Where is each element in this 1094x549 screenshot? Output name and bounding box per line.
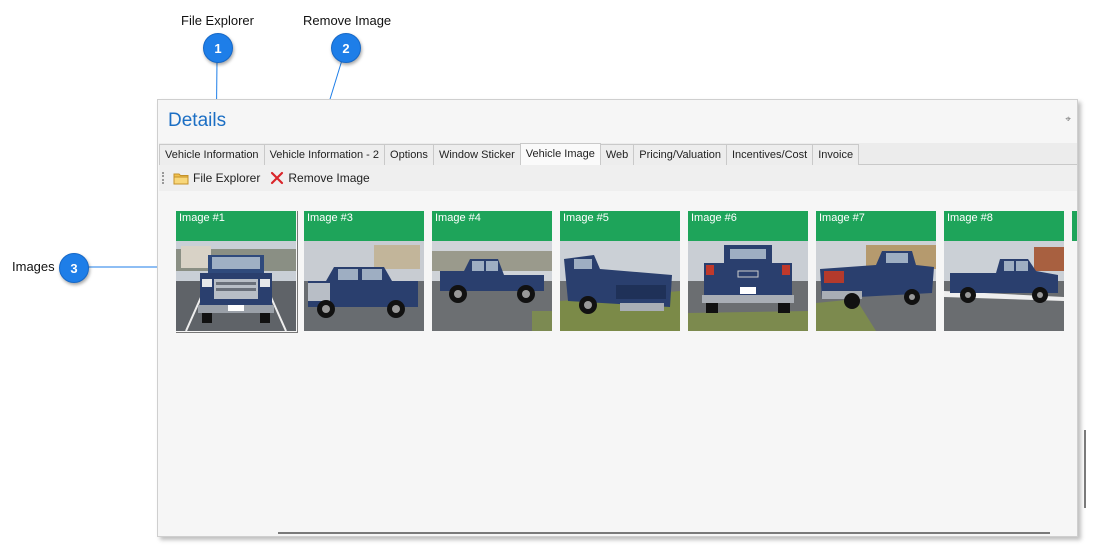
callout-label-file-explorer: File Explorer: [181, 13, 254, 28]
image-caption-partial: [1072, 211, 1077, 241]
file-explorer-button[interactable]: File Explorer: [173, 171, 260, 185]
tab-bar: Vehicle Information Vehicle Information …: [159, 143, 1077, 165]
tab-incentives-cost[interactable]: Incentives/Cost: [726, 144, 814, 165]
file-explorer-label: File Explorer: [193, 171, 261, 185]
image-thumbnail-6[interactable]: Image #6: [688, 211, 808, 331]
tab-window-sticker[interactable]: Window Sticker: [432, 144, 521, 165]
tab-options[interactable]: Options: [384, 144, 434, 165]
callout-badge-1: 1: [203, 33, 233, 63]
image-caption: Image #6: [688, 211, 808, 241]
truck-photo: [560, 241, 680, 331]
image-gallery: Image #1 Image #3 Image #4 Image #5 Imag…: [176, 211, 1077, 335]
truck-photo: [176, 241, 296, 331]
image-thumbnail-3[interactable]: Image #3: [304, 211, 424, 331]
tab-web[interactable]: Web: [599, 144, 635, 165]
image-thumbnail-4[interactable]: Image #4: [432, 211, 552, 331]
toolbar-grip[interactable]: [162, 172, 167, 184]
details-panel: Details ⌖ Vehicle Information Vehicle In…: [157, 99, 1086, 537]
folder-icon: [173, 171, 189, 185]
image-caption: Image #1: [176, 211, 296, 241]
image-thumbnail-5[interactable]: Image #5: [560, 211, 680, 331]
tab-vehicle-information-2[interactable]: Vehicle Information - 2: [263, 144, 386, 165]
image-caption: Image #7: [816, 211, 936, 241]
image-caption: Image #4: [432, 211, 552, 241]
pin-icon[interactable]: ⌖: [1065, 114, 1071, 125]
image-thumbnail-8[interactable]: Image #8: [944, 211, 1064, 331]
image-caption: Image #5: [560, 211, 680, 241]
image-caption: Image #8: [944, 211, 1064, 241]
truck-photo: [432, 241, 552, 331]
vertical-scrollbar[interactable]: [1084, 430, 1086, 508]
callout-badge-3: 3: [59, 253, 89, 283]
close-x-icon: [270, 171, 284, 185]
truck-photo: [304, 241, 424, 331]
callout-label-remove-image: Remove Image: [303, 13, 392, 28]
tab-vehicle-information[interactable]: Vehicle Information: [159, 144, 265, 165]
remove-image-label: Remove Image: [288, 171, 370, 185]
image-thumbnail-7[interactable]: Image #7: [816, 211, 936, 331]
tab-pricing-valuation[interactable]: Pricing/Valuation: [633, 144, 727, 165]
truck-photo: [688, 241, 808, 331]
truck-photo: [816, 241, 936, 331]
image-thumbnail-partial[interactable]: [1072, 211, 1077, 331]
panel-title: Details: [168, 110, 227, 131]
callout-badge-2: 2: [331, 33, 361, 63]
image-caption: Image #3: [304, 211, 424, 241]
horizontal-scrollbar[interactable]: [278, 532, 1050, 534]
callout-label-images: Images: [12, 259, 55, 274]
image-toolbar: File Explorer Remove Image: [159, 165, 1077, 191]
tab-vehicle-image[interactable]: Vehicle Image: [519, 143, 601, 165]
truck-photo: [944, 241, 1064, 331]
remove-image-button[interactable]: Remove Image: [270, 171, 370, 185]
image-thumbnail-1[interactable]: Image #1: [176, 211, 298, 333]
tab-invoice[interactable]: Invoice: [812, 144, 860, 165]
